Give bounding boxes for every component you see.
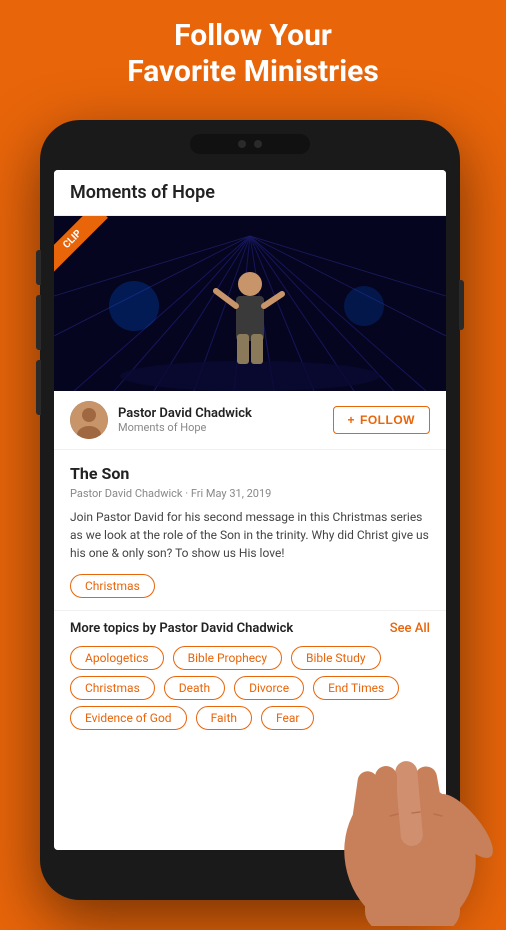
mute-button — [36, 250, 41, 285]
topics-label: More topics by Pastor David Chadwick — [70, 621, 293, 636]
tags-row-2: Christmas Death Divorce End Times — [70, 674, 430, 702]
clip-badge: CLIP — [54, 216, 124, 286]
header-line1: Follow Your — [174, 18, 332, 53]
follow-label: FOLLOW — [360, 413, 415, 427]
tag-evidence-of-god[interactable]: Evidence of God — [70, 706, 187, 730]
ministry-title: Moments of Hope — [70, 182, 215, 203]
follow-plus-icon: + — [348, 413, 356, 427]
tag-bible-prophecy[interactable]: Bible Prophecy — [173, 646, 282, 670]
tag-christmas[interactable]: Christmas — [70, 676, 155, 700]
tag-divorce[interactable]: Divorce — [234, 676, 304, 700]
tags-row-1: Apologetics Bible Prophecy Bible Study — [70, 644, 430, 672]
sermon-content: The Son Pastor David Chadwick · Fri May … — [54, 450, 446, 610]
video-thumbnail[interactable]: CLIP — [54, 216, 446, 391]
sermon-meta: Pastor David Chadwick · Fri May 31, 2019 — [70, 487, 430, 500]
app-header: Follow Your Favorite Ministries — [0, 0, 506, 104]
see-all-button[interactable]: See All — [390, 621, 430, 636]
tag-faith[interactable]: Faith — [196, 706, 252, 730]
sermon-title: The Son — [70, 464, 430, 483]
volume-up-button — [36, 295, 41, 350]
ministry-header: Moments of Hope — [54, 170, 446, 216]
avatar — [70, 401, 108, 439]
tag-death[interactable]: Death — [164, 676, 225, 700]
power-button — [459, 280, 464, 330]
hand-overlay — [310, 706, 506, 930]
tag-fear[interactable]: Fear — [261, 706, 314, 730]
camera-lens — [254, 140, 262, 148]
header-line2: Favorite Ministries — [127, 54, 379, 89]
follow-button[interactable]: + FOLLOW — [333, 406, 431, 434]
tag-bible-study[interactable]: Bible Study — [291, 646, 381, 670]
topics-header: More topics by Pastor David Chadwick See… — [54, 610, 446, 644]
pastor-name: Pastor David Chadwick — [118, 406, 323, 421]
pastor-row: Pastor David Chadwick Moments of Hope + … — [54, 391, 446, 450]
camera-speaker — [238, 140, 246, 148]
pastor-ministry-label: Moments of Hope — [118, 421, 323, 434]
sermon-description: Join Pastor David for his second message… — [70, 508, 430, 562]
phone-top-bar — [190, 134, 310, 154]
tag-end-times[interactable]: End Times — [313, 676, 399, 700]
sermon-tag[interactable]: Christmas — [70, 574, 155, 598]
clip-badge-text: CLIP — [54, 216, 108, 275]
pastor-info: Pastor David Chadwick Moments of Hope — [118, 406, 323, 434]
tag-apologetics[interactable]: Apologetics — [70, 646, 164, 670]
phone-device: Moments of Hope — [40, 120, 460, 900]
volume-down-button — [36, 360, 41, 415]
